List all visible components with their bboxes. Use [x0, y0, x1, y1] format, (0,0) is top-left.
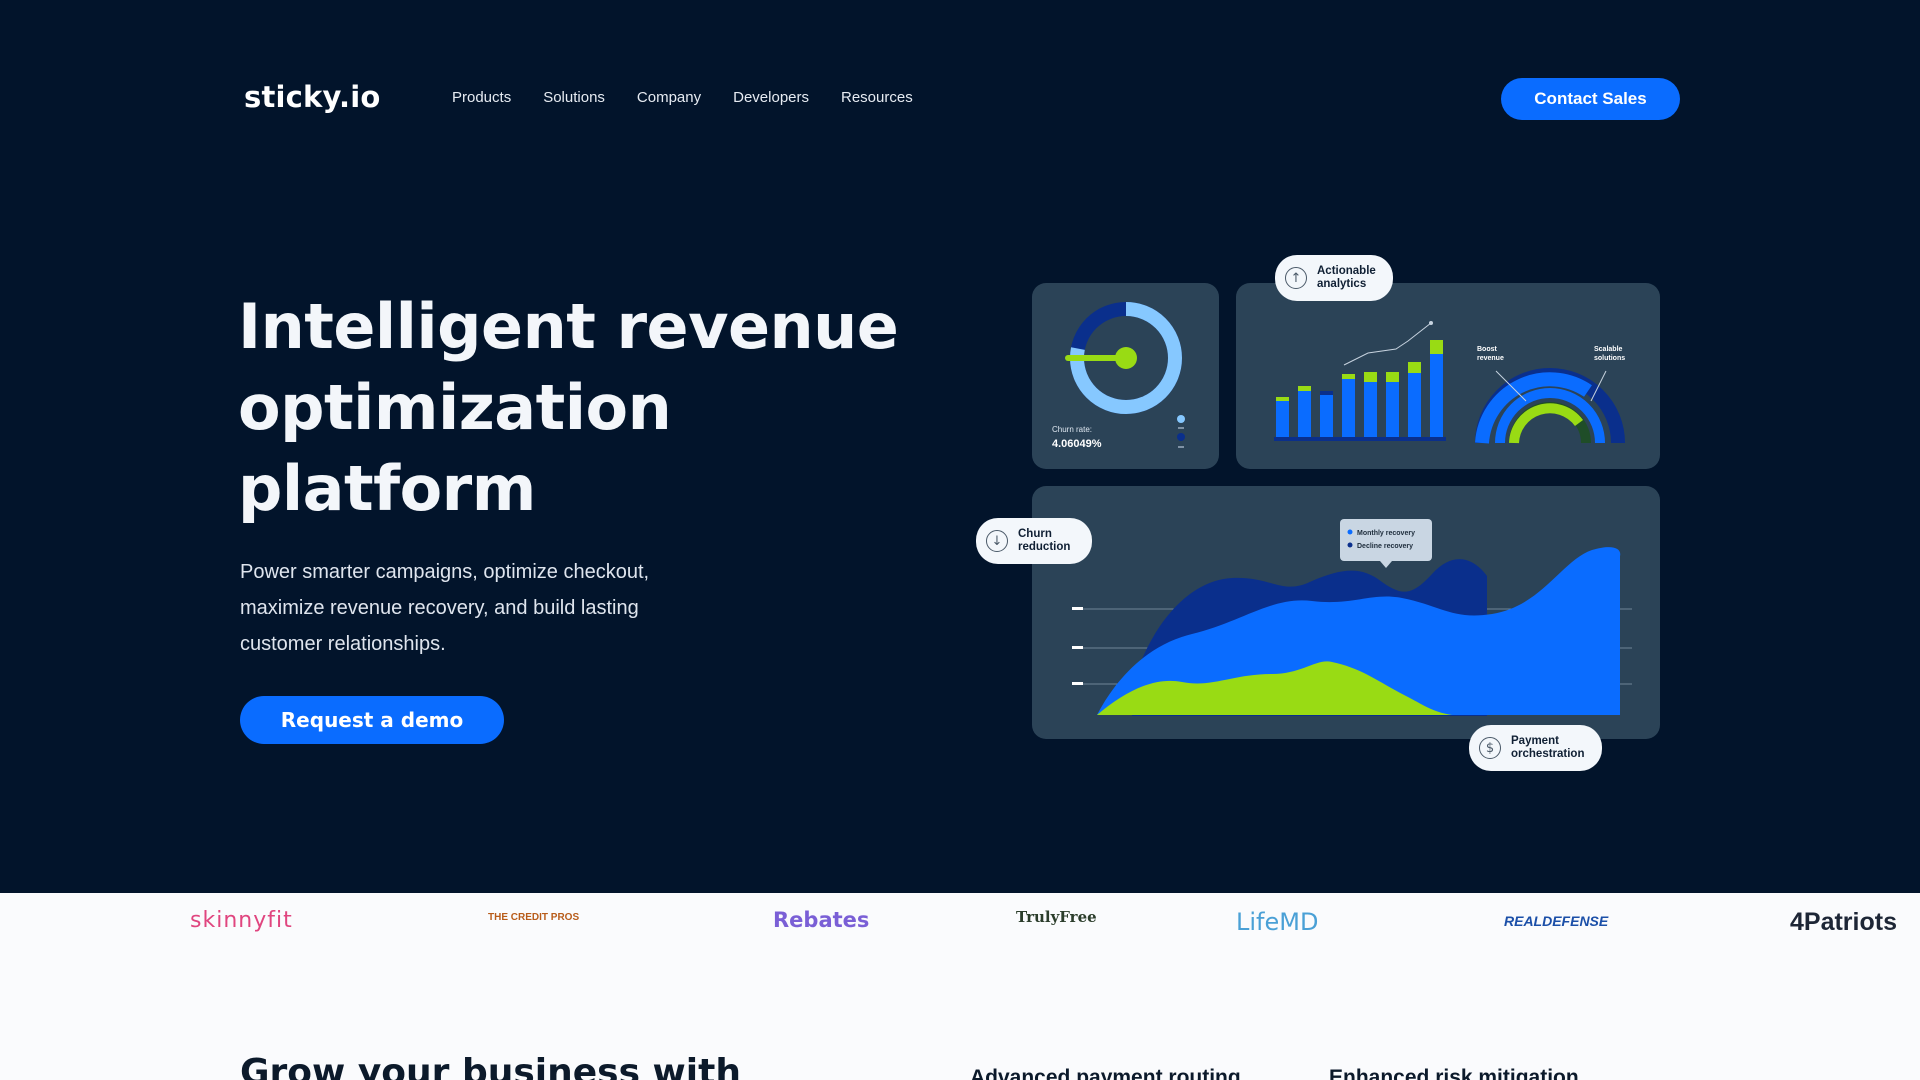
headline-line-3: platform: [238, 452, 536, 525]
tooltip-arrow: [1380, 561, 1392, 568]
bar-cap: [1430, 340, 1443, 354]
legend-tick: [1178, 446, 1184, 448]
subtext-line-3: customer relationships.: [240, 633, 446, 655]
bar-cap: [1342, 374, 1355, 379]
site-logo[interactable]: sticky.io: [244, 80, 380, 114]
bar-cap: [1320, 391, 1333, 395]
brand-lifemd: LifeMD: [1236, 908, 1319, 936]
bar: [1430, 354, 1443, 437]
brand-trulyfree: TrulyFree: [1016, 908, 1097, 926]
trend-line: [1343, 322, 1432, 366]
bar: [1276, 401, 1289, 437]
request-demo-button[interactable]: Request a demo: [240, 696, 504, 744]
legend-dot-monthly: [1347, 529, 1353, 535]
hero-section: sticky.io Products Solutions Company Dev…: [0, 0, 1920, 893]
y-tick: [1072, 682, 1083, 685]
bar-cap: [1408, 362, 1421, 373]
hero-headline: Intelligent revenue optimization platfor…: [238, 286, 958, 529]
nav-developers[interactable]: Developers: [733, 89, 809, 106]
legend-dot-dark: [1177, 433, 1185, 441]
churn-rate-value: 4.06049%: [1052, 438, 1102, 450]
bar: [1408, 373, 1421, 437]
brand-rebates: Rebates: [773, 908, 870, 932]
bar-cap: [1298, 386, 1311, 391]
boost-revenue-text: Boost revenue: [1477, 346, 1504, 362]
gauge-inner-arc: [1509, 403, 1584, 444]
bar-cap: [1364, 372, 1377, 382]
legend-dot-decline: [1347, 542, 1353, 548]
actionable-analytics-pill: ↑ Actionable analytics: [1275, 255, 1393, 301]
payment-orchestration-pill: $ Payment orchestration: [1469, 725, 1602, 771]
bar: [1386, 382, 1399, 437]
feature-payment-routing: Advanced payment routing: [970, 1066, 1241, 1080]
arrow-down-icon: ↓: [986, 530, 1008, 552]
subtext-line-1: Power smarter campaigns, optimize checko…: [240, 561, 650, 583]
brand-realdefense: REALDEFENSE: [1504, 913, 1609, 929]
arrow-up-icon: ↑: [1285, 267, 1307, 289]
pill-analytics-text: Actionable analytics: [1317, 265, 1376, 290]
trend-point: [1429, 321, 1433, 325]
brand-creditpros: THE CREDIT PROS: [488, 912, 580, 923]
section-title: Grow your business with: [240, 1052, 741, 1080]
legend-monthly: Monthly recovery: [1357, 530, 1415, 537]
pill-payment-text: Payment orchestration: [1511, 735, 1585, 760]
legend-tick: [1178, 427, 1184, 429]
headline-line-1: Intelligent revenue: [238, 290, 899, 363]
churn-donut-chart: Churn rate: 4.06049%: [1052, 302, 1185, 450]
bar: [1320, 395, 1333, 437]
bar-baseline: [1274, 437, 1446, 441]
recovery-card: Monthly recovery Decline recovery: [1032, 486, 1660, 739]
nav-solutions[interactable]: Solutions: [543, 89, 605, 106]
analytics-card: Boost revenue Scalable solutions: [1236, 283, 1660, 469]
churn-rate-card: Churn rate: 4.06049%: [1032, 283, 1219, 469]
brand-4patriots: 4Patriots: [1790, 908, 1897, 936]
nav-products[interactable]: Products: [452, 89, 511, 106]
legend-dot-light: [1177, 415, 1185, 423]
churn-rate-label: Churn rate:: [1052, 425, 1092, 434]
bar-cap: [1276, 397, 1289, 401]
pill-churn-text: Churn reduction: [1018, 528, 1071, 553]
churn-reduction-pill: ↓ Churn reduction: [976, 518, 1092, 564]
hero-subtext: Power smarter campaigns, optimize checko…: [240, 554, 680, 662]
dollar-icon: $: [1479, 737, 1501, 759]
chart-tooltip: [1340, 519, 1432, 561]
analytics-graphic: [1274, 321, 1625, 444]
nav-resources[interactable]: Resources: [841, 89, 913, 106]
recovery-area-chart: Monthly recovery Decline recovery: [1072, 519, 1632, 716]
donut-needle-dot: [1115, 347, 1137, 369]
legend-decline: Decline recovery: [1357, 543, 1413, 550]
nav-company[interactable]: Company: [637, 89, 701, 106]
brand-skinnyfit: skinnyfit: [190, 908, 293, 933]
feature-risk-mitigation: Enhanced risk mitigation: [1329, 1066, 1579, 1080]
bar: [1298, 391, 1311, 437]
bar-cap: [1386, 372, 1399, 382]
headline-line-2: optimization: [238, 371, 672, 444]
main-nav: Products Solutions Company Developers Re…: [452, 89, 945, 106]
subtext-line-2: maximize revenue recovery, and build las…: [240, 597, 639, 619]
bar: [1342, 379, 1355, 437]
y-tick: [1072, 646, 1083, 649]
bar: [1364, 382, 1377, 437]
scalable-solutions-text: Scalable solutions: [1594, 346, 1626, 362]
y-tick: [1072, 607, 1083, 610]
contact-sales-button[interactable]: Contact Sales: [1501, 78, 1680, 120]
